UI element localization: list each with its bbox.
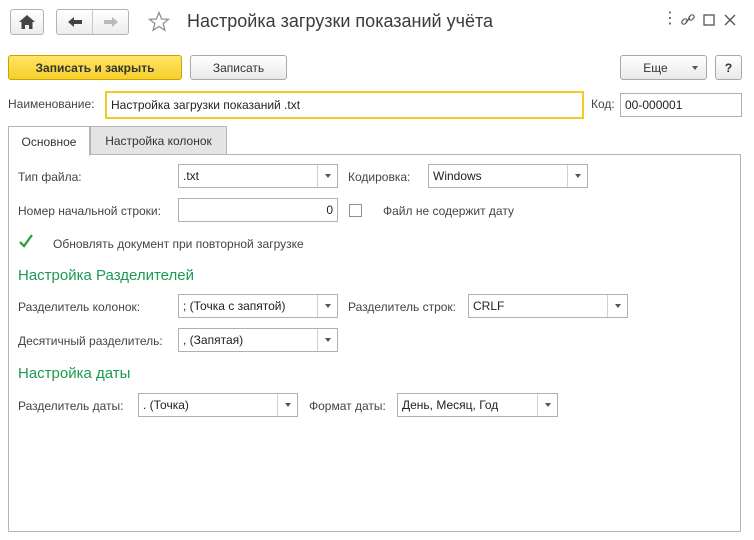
decimal-separator-select[interactable]: , (Запятая): [178, 328, 338, 352]
row-separator-select[interactable]: CRLF: [468, 294, 628, 318]
name-label: Наименование:: [8, 97, 95, 111]
window-title: Настройка загрузки показаний учёта: [187, 11, 494, 31]
home-button[interactable]: [10, 9, 44, 35]
forward-arrow-icon: [104, 17, 118, 27]
back-arrow-icon: [68, 17, 82, 27]
tab-main[interactable]: Основное: [8, 126, 90, 156]
separators-section-title: Настройка Разделителей: [18, 267, 194, 284]
tab-columns[interactable]: Настройка колонок: [90, 126, 227, 155]
more-button-label: Еще: [643, 60, 668, 75]
chevron-down-icon[interactable]: [317, 329, 337, 351]
chevron-down-icon[interactable]: [317, 165, 337, 187]
column-separator-value: ; (Точка с запятой): [183, 299, 286, 313]
forward-button[interactable]: [93, 10, 129, 34]
chevron-down-icon[interactable]: [317, 295, 337, 317]
column-separator-label: Разделитель колонок:: [18, 300, 141, 314]
date-separator-select[interactable]: . (Точка): [138, 393, 298, 417]
chevron-down-icon[interactable]: [607, 295, 627, 317]
tab-columns-label: Настройка колонок: [105, 134, 212, 148]
file-type-value: .txt: [183, 169, 200, 183]
checkmark-icon: [19, 234, 33, 248]
column-separator-select[interactable]: ; (Точка с запятой): [178, 294, 338, 318]
date-section-title: Настройка даты: [18, 365, 131, 382]
name-field[interactable]: Настройка загрузки показаний .txt: [105, 91, 584, 119]
save-and-close-button[interactable]: Записать и закрыть: [8, 55, 182, 80]
close-icon[interactable]: [724, 14, 736, 29]
encoding-select[interactable]: Windows: [428, 164, 588, 188]
encoding-label: Кодировка:: [348, 170, 411, 184]
code-label: Код:: [591, 97, 615, 111]
encoding-value: Windows: [433, 169, 482, 183]
home-icon: [19, 15, 35, 29]
date-format-label: Формат даты:: [309, 399, 386, 413]
back-button[interactable]: [57, 10, 93, 34]
maximize-icon[interactable]: [703, 14, 715, 29]
update-doc-label: Обновлять документ при повторной загрузк…: [53, 237, 304, 251]
file-type-select[interactable]: .txt: [178, 164, 338, 188]
date-format-select[interactable]: День, Месяц, Год: [397, 393, 558, 417]
back-forward-group: [56, 9, 129, 35]
chevron-down-icon[interactable]: [567, 165, 587, 187]
chevron-down-icon: [692, 66, 698, 70]
date-format-value: День, Месяц, Год: [402, 398, 499, 412]
file-type-label: Тип файла:: [18, 170, 82, 184]
chevron-down-icon[interactable]: [277, 394, 297, 416]
start-row-field[interactable]: 0: [178, 198, 338, 222]
decimal-separator-value: , (Запятая): [183, 333, 244, 347]
no-date-label: Файл не содержит дату: [383, 204, 514, 218]
date-separator-value: . (Точка): [143, 398, 189, 412]
more-icon[interactable]: ⋮: [662, 8, 678, 28]
code-field[interactable]: 00-000001: [620, 93, 742, 117]
update-doc-checkbox[interactable]: [18, 233, 34, 249]
start-row-label: Номер начальной строки:: [18, 204, 161, 218]
star-icon[interactable]: [147, 10, 171, 37]
link-icon[interactable]: [680, 13, 696, 30]
decimal-separator-label: Десятичный разделитель:: [18, 334, 163, 348]
no-date-checkbox[interactable]: [349, 204, 362, 217]
row-separator-label: Разделитель строк:: [348, 300, 457, 314]
help-button[interactable]: ?: [715, 55, 742, 80]
date-separator-label: Разделитель даты:: [18, 399, 124, 413]
tab-main-label: Основное: [21, 134, 77, 149]
save-button[interactable]: Записать: [190, 55, 287, 80]
more-button[interactable]: Еще: [620, 55, 707, 80]
row-separator-value: CRLF: [473, 299, 505, 313]
chevron-down-icon[interactable]: [537, 394, 557, 416]
